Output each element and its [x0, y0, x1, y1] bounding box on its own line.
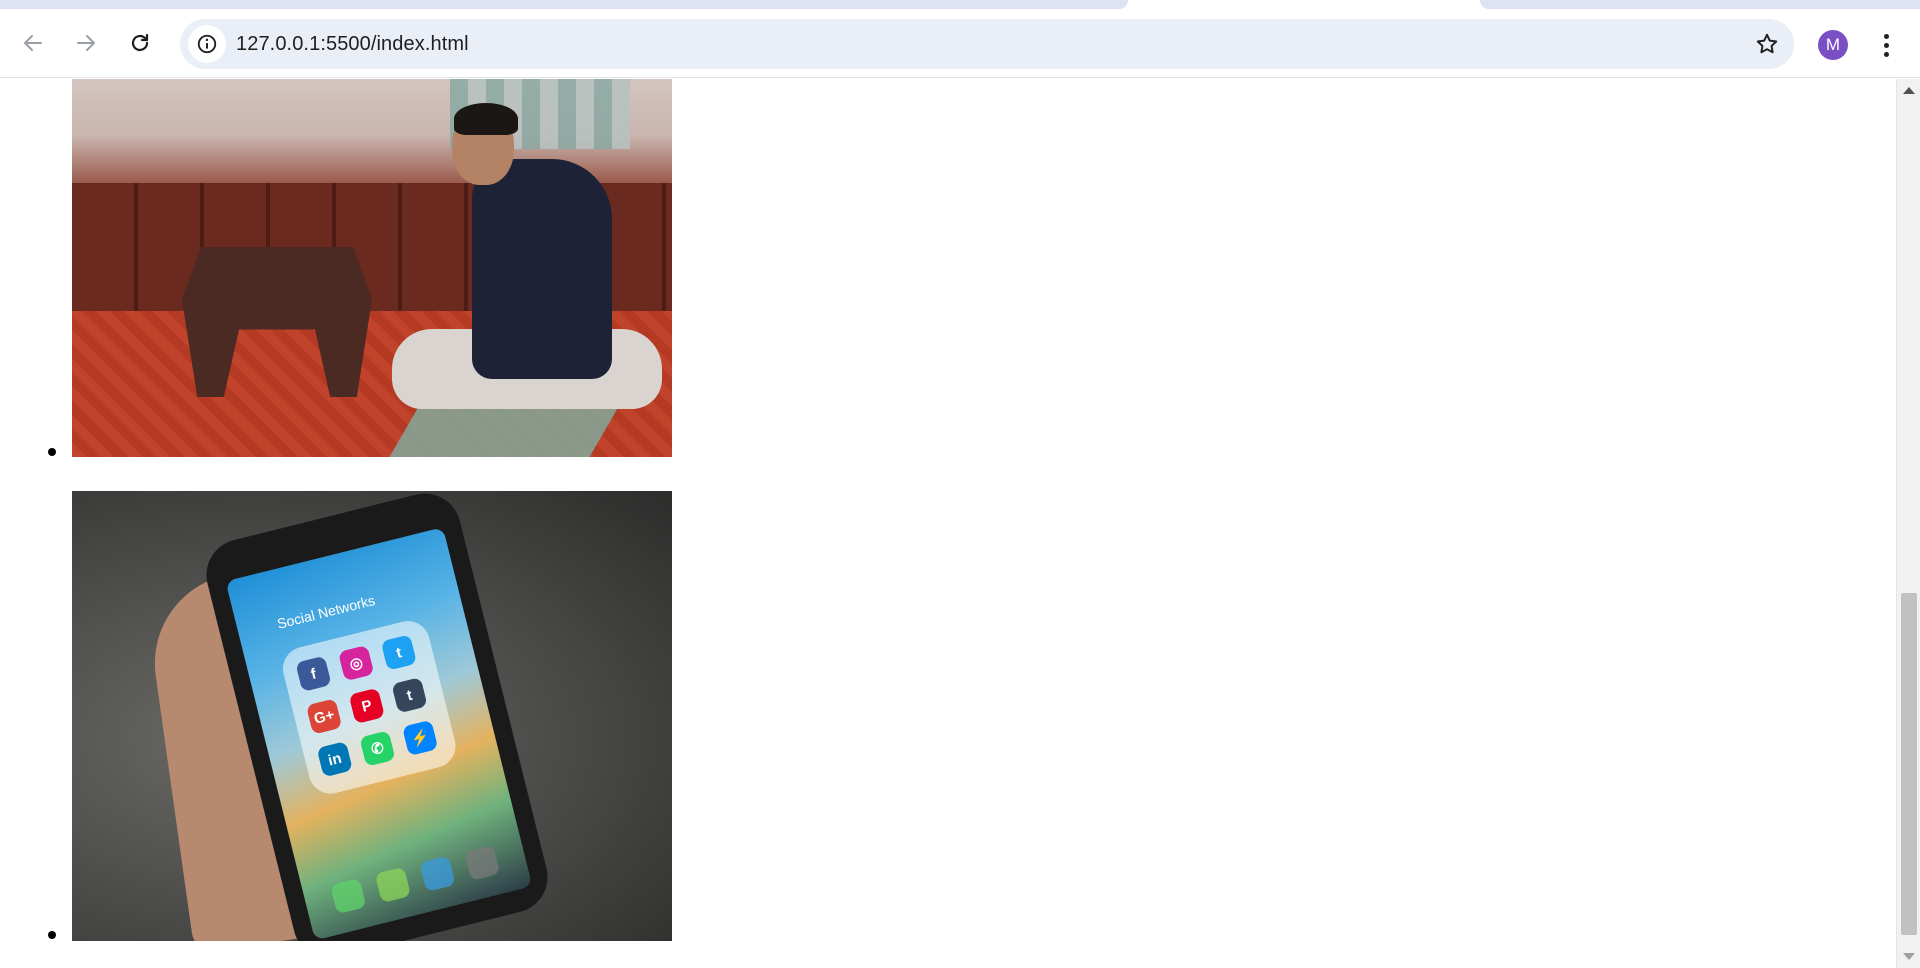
- inactive-tab-left[interactable]: [0, 0, 1128, 9]
- person-body: [472, 159, 612, 379]
- kebab-dot: [1883, 51, 1889, 57]
- folder-title: Social Networks: [275, 592, 377, 632]
- app-icon: t: [391, 677, 428, 714]
- list-bullet: [48, 931, 56, 939]
- arrow-right-icon: [77, 35, 95, 51]
- list-bullet: [48, 448, 56, 456]
- star-icon: [1756, 33, 1778, 54]
- dock-app: [330, 877, 367, 915]
- page-viewport: Social Networks f ◎ t G+ Pt in ✆ ⚡: [0, 79, 1896, 968]
- address-bar[interactable]: 127.0.0.1:5500/index.html: [180, 19, 1794, 69]
- browser-menu-button[interactable]: [1872, 28, 1900, 62]
- dock-app: [374, 866, 412, 904]
- forward-button[interactable]: [67, 24, 105, 62]
- scrollbar-thumb[interactable]: [1901, 593, 1917, 935]
- app-icon: P: [348, 687, 386, 725]
- browser-window: 127.0.0.1:5500/index.html M Social Netwo…: [0, 0, 1920, 968]
- reload-icon: [131, 33, 149, 52]
- app-folder: f ◎ t G+ Pt in ✆ ⚡: [278, 616, 461, 799]
- bookmark-button[interactable]: [1754, 31, 1780, 57]
- person-hair: [454, 103, 518, 135]
- dock-app: [419, 855, 456, 892]
- inactive-tab-right[interactable]: [1480, 0, 1920, 9]
- phone-dock: [322, 842, 509, 921]
- arrow-left-icon: [24, 35, 42, 51]
- app-icon: G+: [305, 698, 343, 735]
- app-icon: in: [316, 741, 353, 778]
- scroll-down-arrow-icon[interactable]: [1903, 953, 1915, 960]
- dock-app: [463, 844, 501, 881]
- app-icon: ⚡: [401, 719, 439, 757]
- app-icon: ◎: [337, 644, 375, 682]
- tab-strip: [0, 0, 1920, 10]
- kebab-menu-icon: [1883, 33, 1889, 39]
- scroll-up-arrow-icon[interactable]: [1903, 87, 1915, 94]
- url-text[interactable]: 127.0.0.1:5500/index.html: [236, 33, 469, 56]
- site-info-button[interactable]: [188, 25, 226, 63]
- back-button[interactable]: [14, 24, 52, 62]
- profile-avatar[interactable]: M: [1818, 30, 1848, 60]
- url-host: 127.0.0.1: [236, 33, 321, 55]
- vertical-scrollbar[interactable]: [1896, 79, 1920, 968]
- app-icon: ✆: [359, 730, 396, 767]
- browser-toolbar: 127.0.0.1:5500/index.html M: [0, 10, 1920, 78]
- app-icon: f: [295, 655, 332, 692]
- info-icon: [197, 34, 217, 54]
- reload-button[interactable]: [121, 24, 159, 62]
- kebab-dot: [1883, 42, 1889, 48]
- photo-man-praying: [72, 79, 672, 457]
- photo-phone-social-apps: Social Networks f ◎ t G+ Pt in ✆ ⚡: [72, 491, 672, 941]
- url-path: :5500/index.html: [320, 33, 469, 55]
- app-icon: t: [380, 634, 418, 671]
